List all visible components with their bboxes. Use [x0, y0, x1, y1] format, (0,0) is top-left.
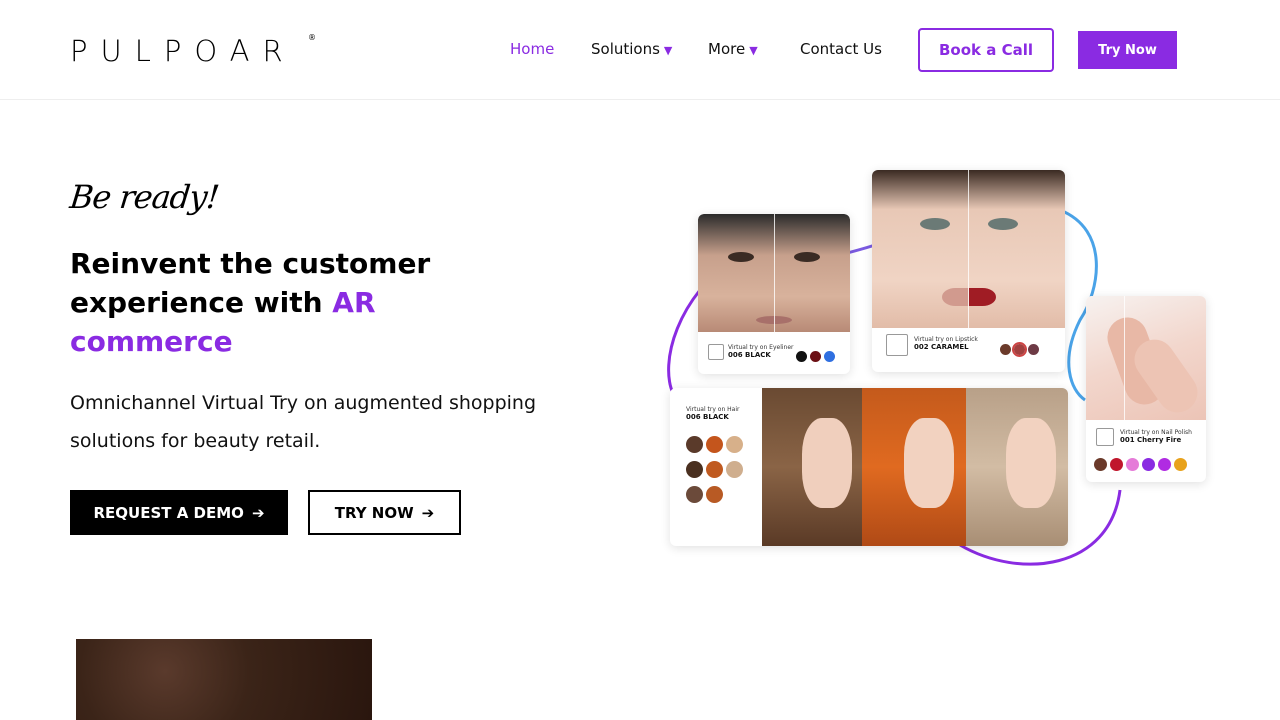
lipstick-face-image — [872, 170, 1065, 328]
eyeliner-label: Virtual try on Eyeliner — [728, 344, 794, 351]
hair-swatches — [686, 436, 756, 511]
eyeliner-card: Virtual try on Eyeliner 006 BLACK — [698, 214, 850, 374]
swatch[interactable] — [706, 461, 723, 478]
product-collage: Virtual try on Eyeliner 006 BLACK Virtua… — [660, 160, 1220, 580]
book-call-button[interactable]: Book a Call — [918, 28, 1054, 72]
arrow-right-icon: ➔ — [421, 503, 435, 522]
hero-headline: Reinvent the customer experience with AR… — [70, 244, 490, 361]
site-header: PULPOAR ® Home Solutions ▼ More ▼ Contact … — [0, 0, 1280, 100]
nail-swatches — [1094, 456, 1190, 475]
swatch[interactable] — [726, 436, 743, 453]
swatch[interactable] — [686, 486, 703, 503]
swatch[interactable] — [824, 351, 835, 362]
hair-copper-image — [862, 388, 966, 546]
hair-texture-image — [76, 639, 372, 720]
swatch[interactable] — [1000, 344, 1011, 355]
registered-mark: ® — [308, 33, 316, 42]
nav-more[interactable]: More ▼ — [708, 38, 758, 62]
swatch[interactable] — [1174, 458, 1187, 471]
hero-tagline: Be ready! — [68, 178, 221, 216]
swatch[interactable] — [706, 436, 723, 453]
swatch[interactable] — [810, 351, 821, 362]
arrow-right-icon: ➔ — [251, 503, 265, 522]
nav-solutions-label: Solutions — [591, 40, 660, 58]
nail-hand-image — [1086, 296, 1206, 420]
lipstick-shade: 002 CARAMEL — [914, 343, 969, 351]
lipstick-label: Virtual try on Lipstick — [914, 336, 978, 343]
swatch[interactable] — [706, 486, 723, 503]
nav-more-label: More — [708, 40, 746, 58]
swatch[interactable] — [1028, 344, 1039, 355]
swatch[interactable] — [796, 351, 807, 362]
request-demo-button[interactable]: REQUEST A DEMO ➔ — [70, 490, 288, 535]
lipstick-card: Virtual try on Lipstick 002 CARAMEL — [872, 170, 1065, 372]
swatch[interactable] — [726, 461, 743, 478]
eyeliner-face-image — [698, 214, 850, 332]
lipstick-product-icon — [886, 334, 908, 356]
brand-logo[interactable]: PULPOAR — [70, 36, 296, 66]
try-now-button[interactable]: TRY NOW ➔ — [308, 490, 461, 535]
swatch[interactable] — [1142, 458, 1155, 471]
headline-text: Reinvent the customer experience with — [70, 247, 431, 319]
hair-brown-image — [762, 388, 862, 546]
nail-card: Virtual try on Nail Polish 001 Cherry Fi… — [1086, 296, 1206, 482]
request-demo-label: REQUEST A DEMO — [93, 503, 244, 522]
nail-product-icon — [1096, 428, 1114, 446]
hair-shade: 006 BLACK — [686, 413, 729, 421]
swatch[interactable] — [1158, 458, 1171, 471]
hair-blonde-image — [966, 388, 1068, 546]
swatch[interactable] — [686, 461, 703, 478]
chevron-down-icon: ▼ — [749, 44, 758, 57]
hair-card: Virtual try on Hair 006 BLACK — [670, 388, 1068, 546]
nav-home[interactable]: Home — [510, 38, 554, 60]
swatch[interactable] — [686, 436, 703, 453]
swatch[interactable] — [1110, 458, 1123, 471]
eyeliner-product-icon — [708, 344, 724, 360]
hero-subtext: Omnichannel Virtual Try on augmented sho… — [70, 392, 537, 452]
hair-label: Virtual try on Hair — [686, 406, 740, 413]
try-now-label: TRY NOW — [334, 503, 414, 522]
chevron-down-icon: ▼ — [663, 44, 673, 57]
swatch[interactable] — [1126, 458, 1139, 471]
nav-solutions[interactable]: Solutions ▼ — [591, 38, 672, 62]
nail-label: Virtual try on Nail Polish — [1120, 429, 1192, 436]
swatch[interactable] — [1012, 342, 1027, 357]
eyeliner-swatches — [796, 347, 838, 366]
try-now-nav-button[interactable]: Try Now — [1078, 31, 1177, 69]
eyeliner-shade: 006 BLACK — [728, 351, 771, 359]
lipstick-swatches — [1000, 340, 1042, 359]
nail-shade: 001 Cherry Fire — [1120, 436, 1182, 444]
swatch[interactable] — [1094, 458, 1107, 471]
nav-contact[interactable]: Contact Us — [800, 38, 882, 60]
